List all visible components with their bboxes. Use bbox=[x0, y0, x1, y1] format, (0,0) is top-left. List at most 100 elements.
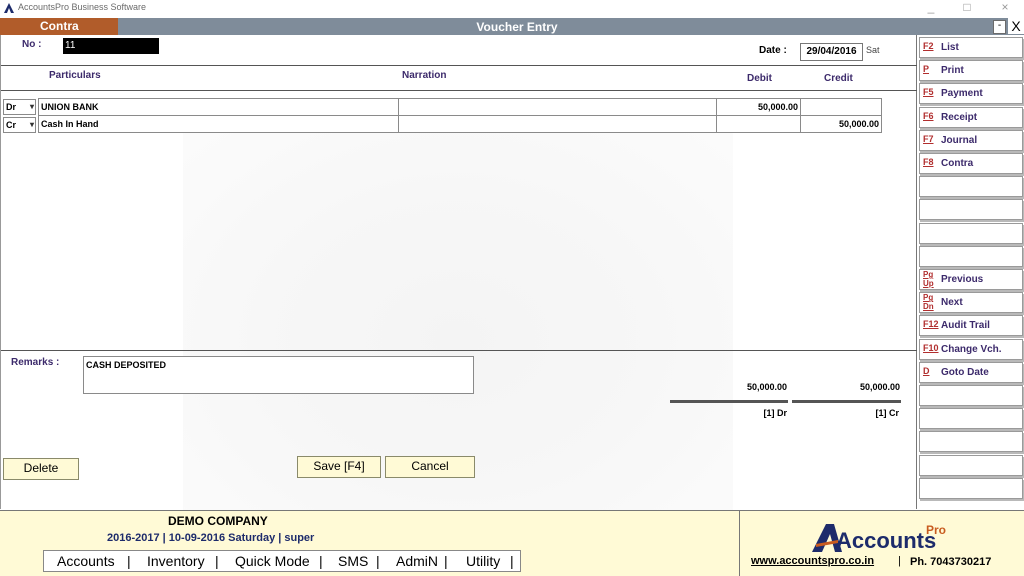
window-titlebar bbox=[0, 0, 1024, 17]
particulars-cell[interactable]: UNION BANK bbox=[38, 98, 399, 116]
menu-admin[interactable]: AdmiN bbox=[396, 553, 438, 569]
sidebar-item-change-vch[interactable]: F10 Change Vch. bbox=[919, 338, 1023, 360]
phone-number: Ph. 7043730217 bbox=[910, 556, 992, 568]
sidebar-item-label: Previous bbox=[941, 274, 984, 285]
sidebar-item-empty[interactable] bbox=[919, 199, 1023, 221]
debit-cell[interactable] bbox=[716, 115, 801, 133]
window-title: AccountsPro Business Software bbox=[18, 2, 147, 12]
credit-cell[interactable] bbox=[800, 98, 882, 116]
sidebar-item-print[interactable]: P Print bbox=[919, 60, 1023, 82]
window-maximize-button[interactable]: □ bbox=[955, 0, 979, 15]
total-debit: 50,000.00 bbox=[746, 382, 787, 392]
chevron-down-icon: ▾ bbox=[29, 102, 34, 111]
sidebar-item-label: Next bbox=[941, 297, 963, 309]
company-name: DEMO COMPANY bbox=[168, 514, 268, 528]
hotkey-label: P bbox=[923, 64, 930, 75]
sidebar-item-empty[interactable] bbox=[919, 222, 1023, 244]
narration-cell[interactable] bbox=[398, 98, 717, 116]
drcr-value: Dr bbox=[6, 102, 17, 112]
hotkey-label: F2 bbox=[923, 41, 934, 51]
voucher-no-label: No : bbox=[22, 39, 42, 50]
voucher-no-field[interactable]: 11 bbox=[63, 38, 159, 54]
column-header-particulars: Particulars bbox=[49, 70, 101, 81]
debit-cell[interactable]: 50,000.00 bbox=[716, 98, 801, 116]
sidebar-item-contra[interactable]: F8 Contra bbox=[919, 153, 1023, 174]
sidebar-item-label: Contra bbox=[941, 158, 974, 169]
sidebar-item-empty[interactable] bbox=[919, 454, 1023, 476]
voucher-type-tab: Contra bbox=[0, 18, 118, 35]
sidebar-item-previous[interactable]: Pg Up Previous bbox=[919, 269, 1023, 290]
brand-logo: Accounts Pro bbox=[812, 523, 946, 553]
menu-separator: | bbox=[510, 553, 514, 569]
hotkey-label: Pg Dn bbox=[923, 293, 934, 312]
credit-cell[interactable]: 50,000.00 bbox=[800, 115, 882, 133]
column-header-narration: Narration bbox=[402, 70, 447, 81]
menu-separator: | bbox=[319, 553, 323, 569]
particulars-cell[interactable]: Cash In Hand bbox=[38, 115, 399, 133]
sidebar-item-label: Journal bbox=[941, 134, 978, 146]
app-logo-icon bbox=[4, 3, 14, 13]
window-minimize-button[interactable]: _ bbox=[919, 0, 943, 15]
date-field[interactable]: 29/04/2016 bbox=[800, 43, 863, 61]
delete-button[interactable]: Delete bbox=[3, 458, 79, 480]
drcr-value: Cr bbox=[6, 120, 17, 130]
hotkey-label: F7 bbox=[923, 133, 934, 144]
sidebar-item-empty[interactable] bbox=[919, 245, 1023, 267]
sidebar-item-label: Audit Trail bbox=[941, 320, 990, 332]
background-watermark bbox=[183, 130, 733, 510]
cancel-button[interactable]: Cancel bbox=[385, 456, 475, 478]
sidebar-item-label: Print bbox=[941, 65, 964, 77]
sidebar-item-receipt[interactable]: F6 Receipt bbox=[919, 106, 1023, 128]
session-info: 2016-2017 | 10-09-2016 Saturday | super bbox=[107, 532, 315, 544]
total-credit-rule bbox=[792, 400, 901, 403]
hotkey-label: F8 bbox=[923, 157, 934, 167]
column-header-debit: Debit bbox=[747, 73, 772, 84]
menu-inventory[interactable]: Inventory bbox=[147, 553, 205, 569]
sidebar-item-empty[interactable] bbox=[919, 477, 1023, 499]
sidebar-item-label: Goto Date bbox=[941, 366, 989, 378]
remarks-field[interactable]: CASH DEPOSITED bbox=[83, 356, 474, 394]
sidebar-item-label: Receipt bbox=[941, 111, 978, 123]
menu-quick-mode[interactable]: Quick Mode bbox=[235, 553, 310, 569]
menu-accounts[interactable]: Accounts bbox=[57, 553, 115, 569]
total-credit: 50,000.00 bbox=[859, 382, 900, 392]
hotkey-label: D bbox=[923, 365, 930, 376]
hotkey-label: F12 bbox=[923, 319, 939, 330]
sidebar-item-audit-trail[interactable]: F12 Audit Trail bbox=[919, 315, 1023, 337]
website-link[interactable]: www.accountspro.co.in bbox=[751, 555, 874, 567]
sidebar-item-goto-date[interactable]: D Goto Date bbox=[919, 361, 1023, 383]
chevron-down-icon: ▾ bbox=[29, 120, 34, 129]
narration-cell[interactable] bbox=[398, 115, 717, 133]
sidebar-item-label: Payment bbox=[941, 88, 983, 100]
hotkey-label: F5 bbox=[923, 87, 934, 98]
drcr-select[interactable]: Cr ▾ bbox=[3, 117, 36, 133]
brand-sup-text: Pro bbox=[926, 523, 946, 537]
hotkey-label: F10 bbox=[923, 342, 939, 353]
sidebar-item-empty[interactable] bbox=[919, 385, 1023, 406]
menu-sms[interactable]: SMS bbox=[338, 553, 368, 569]
footer-divider bbox=[739, 510, 740, 576]
brand-text: Accounts bbox=[836, 528, 936, 553]
menu-separator: | bbox=[444, 553, 448, 569]
window-close-button[interactable]: × bbox=[993, 0, 1017, 15]
sidebar-item-list[interactable]: F2 List bbox=[919, 37, 1023, 58]
drcr-select[interactable]: Dr ▾ bbox=[3, 99, 36, 115]
form-title: Voucher Entry bbox=[476, 20, 558, 34]
total-debit-rule bbox=[670, 400, 788, 403]
menu-separator: | bbox=[215, 553, 219, 569]
sidebar-item-empty[interactable] bbox=[919, 408, 1023, 430]
sidebar-item-empty[interactable] bbox=[919, 431, 1023, 453]
divider bbox=[1, 65, 917, 66]
remarks-label: Remarks : bbox=[11, 357, 60, 368]
save-button[interactable]: Save [F4] bbox=[297, 456, 381, 478]
date-label: Date : bbox=[759, 45, 787, 56]
form-close-button[interactable]: X bbox=[1008, 18, 1024, 34]
menu-utility[interactable]: Utility bbox=[466, 553, 500, 569]
sidebar-item-next[interactable]: Pg Dn Next bbox=[919, 292, 1023, 314]
sidebar-item-payment[interactable]: F5 Payment bbox=[919, 83, 1023, 105]
form-minimize-button[interactable]: - bbox=[993, 20, 1006, 34]
day-of-week: Sat bbox=[866, 45, 880, 55]
divider bbox=[1, 90, 917, 91]
sidebar-item-empty[interactable] bbox=[919, 176, 1023, 198]
sidebar-item-journal[interactable]: F7 Journal bbox=[919, 129, 1023, 151]
